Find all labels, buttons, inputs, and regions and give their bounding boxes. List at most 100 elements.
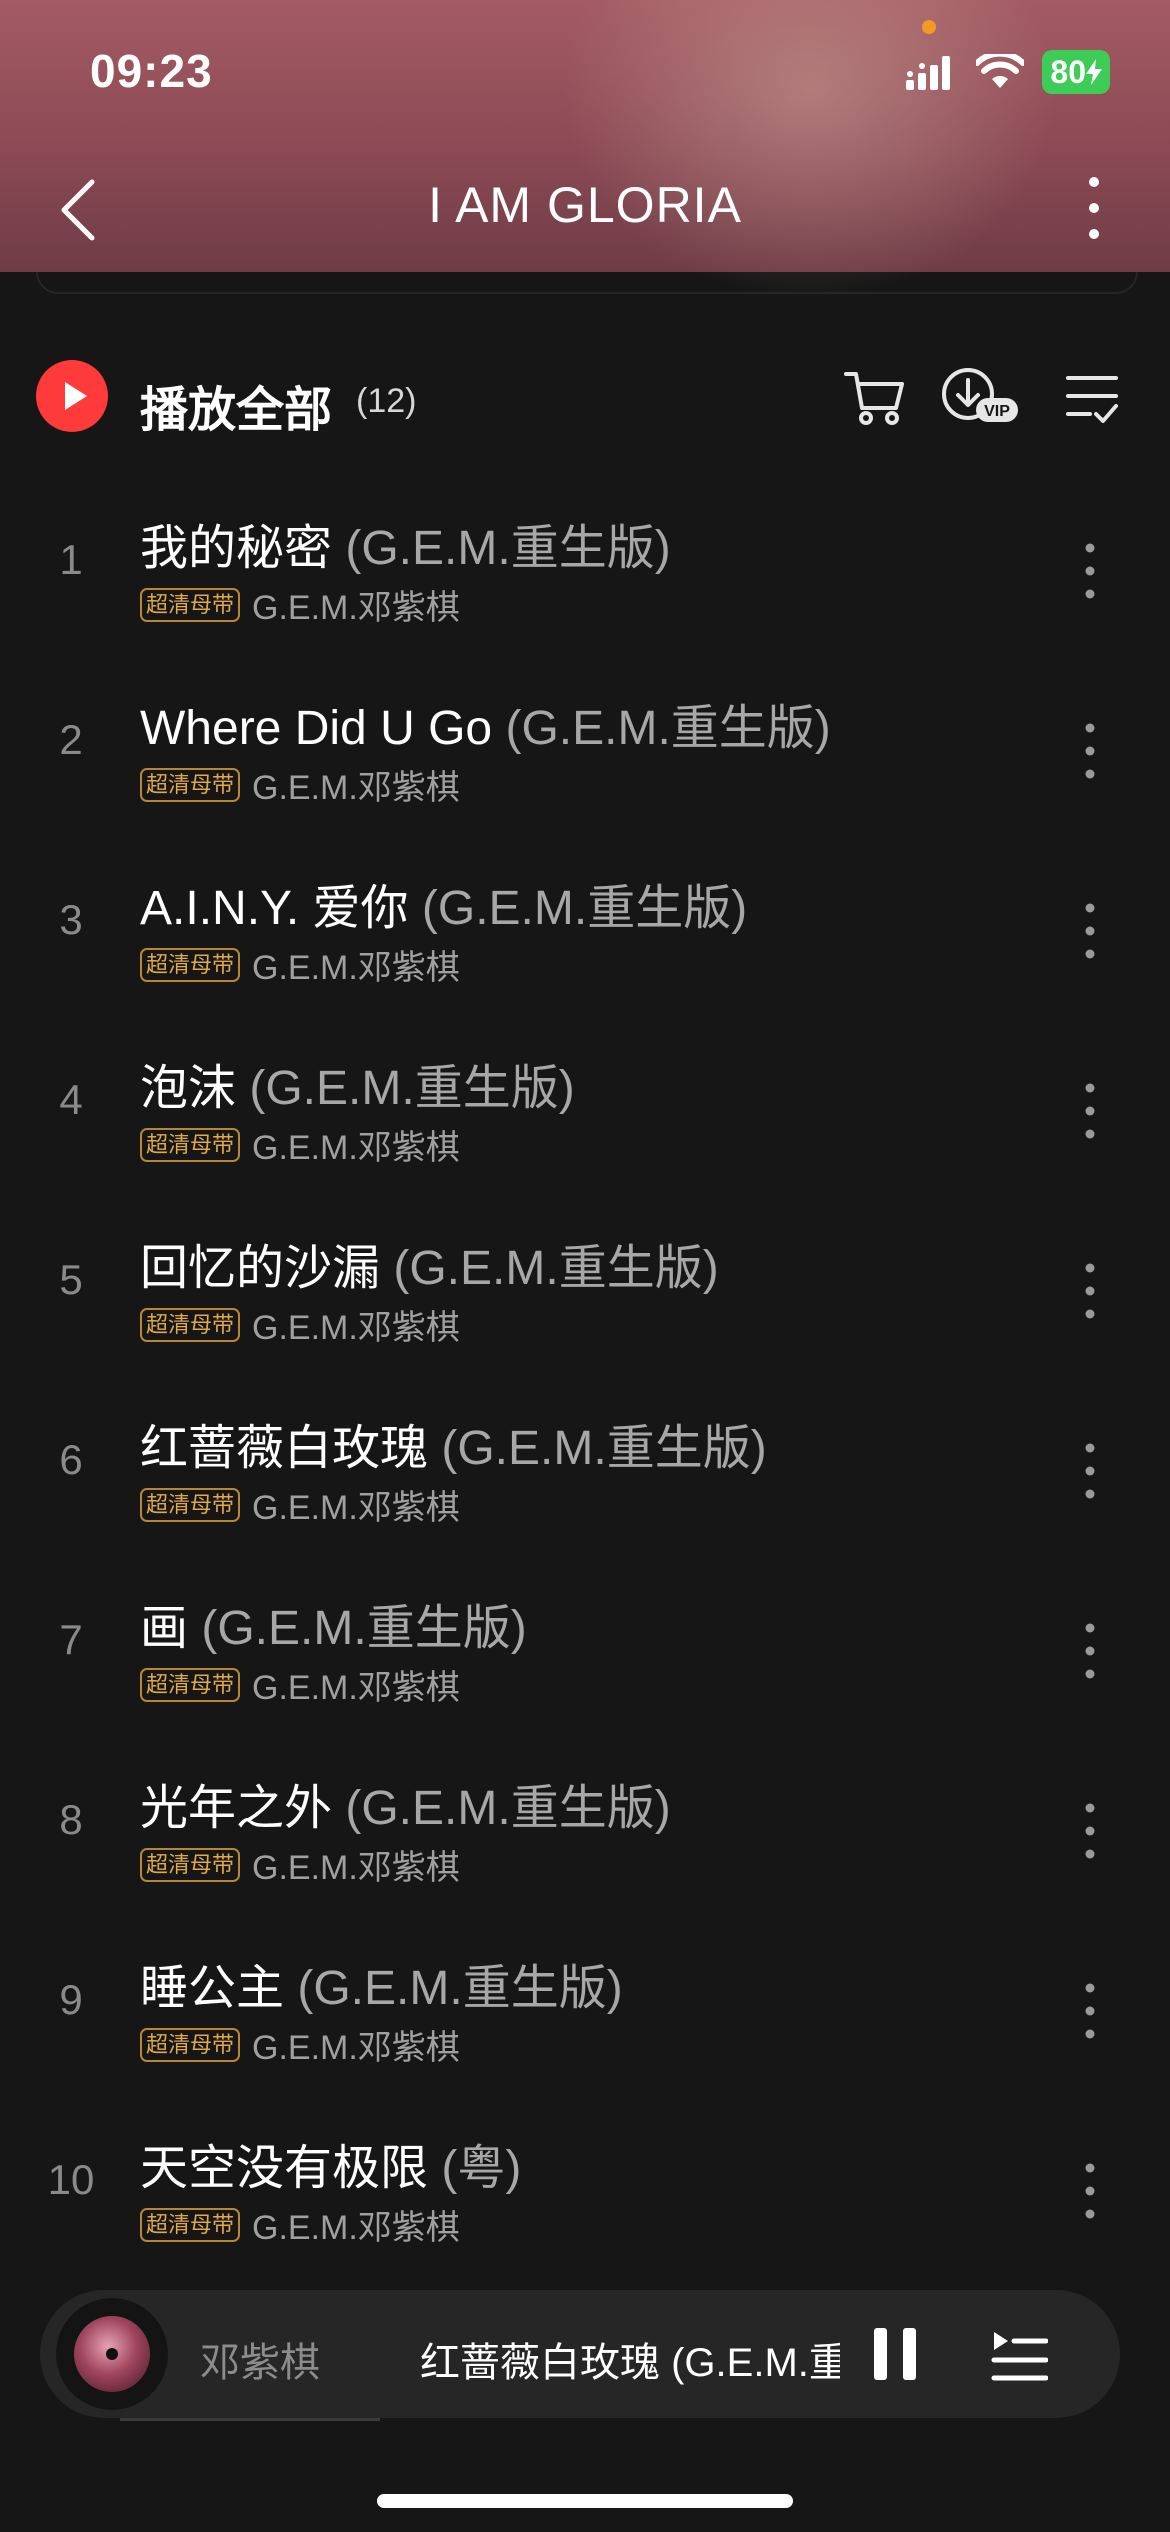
song-index: 3 bbox=[59, 896, 83, 943]
song-meta: 超清母带 G.E.M.邓紫棋 bbox=[140, 1840, 460, 1889]
song-version: (G.E.M.重生版) bbox=[345, 522, 671, 575]
song-title-line: 回忆的沙漏 (G.E.M.重生版) bbox=[140, 1228, 719, 1298]
song-version: (G.E.M.重生版) bbox=[345, 1782, 671, 1835]
quality-badge: 超清母带 bbox=[140, 1487, 241, 1522]
song-title-line: A.I.N.Y. 爱你 (G.E.M.重生版) bbox=[140, 868, 747, 938]
song-artist: G.E.M.邓紫棋 bbox=[252, 1489, 460, 1527]
song-index: 10 bbox=[47, 2156, 95, 2203]
quality-badge: 超清母带 bbox=[140, 767, 241, 802]
song-title: 光年之外 bbox=[140, 1782, 333, 1835]
header-bar: 09:23 80 I AM GLORIA bbox=[0, 0, 1170, 300]
play-all-button[interactable] bbox=[36, 360, 108, 432]
play-all-label[interactable]: 播放全部 bbox=[140, 370, 332, 440]
song-version: (G.E.M.重生版) bbox=[441, 1422, 767, 1475]
page-title: I AM GLORIA bbox=[428, 177, 742, 233]
song-title: 睡公主 bbox=[140, 1962, 285, 2015]
song-row[interactable]: 1 我的秘密 (G.E.M.重生版) 超清母带 G.E.M.邓紫棋 bbox=[0, 486, 1170, 666]
song-index: 9 bbox=[59, 1976, 83, 2023]
song-index: 6 bbox=[59, 1436, 83, 1483]
quality-badge: 超清母带 bbox=[140, 947, 241, 982]
song-title-line: Where Did U Go (G.E.M.重生版) bbox=[140, 688, 831, 758]
song-version: (G.E.M.重生版) bbox=[393, 1242, 719, 1295]
song-title-line: 光年之外 (G.E.M.重生版) bbox=[140, 1768, 671, 1838]
song-row[interactable]: 2 Where Did U Go (G.E.M.重生版) 超清母带 G.E.M.邓… bbox=[0, 666, 1170, 846]
pause-icon[interactable] bbox=[870, 2326, 920, 2382]
status-time: 09:23 bbox=[90, 45, 213, 97]
song-title-line: 泡沫 (G.E.M.重生版) bbox=[140, 1048, 575, 1118]
song-index: 8 bbox=[59, 1796, 83, 1843]
song-row[interactable]: 6 红蔷薇白玫瑰 (G.E.M.重生版) 超清母带 G.E.M.邓紫棋 bbox=[0, 1386, 1170, 1566]
quality-badge: 超清母带 bbox=[140, 1847, 241, 1882]
song-title-line: 睡公主 (G.E.M.重生版) bbox=[140, 1948, 623, 2018]
song-artist: G.E.M.邓紫棋 bbox=[252, 589, 460, 627]
now-playing-artist: 邓紫棋 bbox=[200, 2341, 320, 2385]
song-more-icon[interactable] bbox=[1072, 1256, 1108, 1326]
song-row[interactable]: 7 画 (G.E.M.重生版) 超清母带 G.E.M.邓紫棋 bbox=[0, 1566, 1170, 1746]
song-meta: 超清母带 G.E.M.邓紫棋 bbox=[140, 1300, 460, 1349]
now-playing-track: 红蔷薇白玫瑰 (G.E.M.重生版) bbox=[420, 2341, 840, 2385]
mini-player[interactable]: 邓紫棋 红蔷薇白玫瑰 (G.E.M.重生版) bbox=[40, 2290, 1120, 2418]
song-artist: G.E.M.邓紫棋 bbox=[252, 1849, 460, 1887]
cart-icon[interactable] bbox=[842, 360, 906, 432]
song-row[interactable]: 10 天空没有极限 (粤) 超清母带 G.E.M.邓紫棋 bbox=[0, 2106, 1170, 2286]
header-glow bbox=[560, 0, 1060, 300]
song-more-icon[interactable] bbox=[1072, 536, 1108, 606]
song-artist: G.E.M.邓紫棋 bbox=[252, 949, 460, 987]
song-title: 画 bbox=[140, 1602, 189, 1655]
song-more-icon[interactable] bbox=[1072, 896, 1108, 966]
song-title: A.I.N.Y. 爱你 bbox=[140, 882, 409, 935]
song-count: (12) bbox=[356, 382, 417, 420]
song-more-icon[interactable] bbox=[1072, 2156, 1108, 2226]
song-title: 我的秘密 bbox=[140, 522, 333, 575]
song-artist: G.E.M.邓紫棋 bbox=[252, 1129, 460, 1167]
song-title: Where Did U Go bbox=[140, 702, 493, 755]
quality-badge: 超清母带 bbox=[140, 2207, 241, 2242]
playlist-icon[interactable] bbox=[990, 2328, 1048, 2382]
song-artist: G.E.M.邓紫棋 bbox=[252, 2209, 460, 2247]
list-check-icon[interactable] bbox=[1064, 360, 1120, 432]
svg-text:VIP: VIP bbox=[984, 403, 1010, 420]
play-icon bbox=[65, 382, 87, 410]
song-version: (粤) bbox=[441, 2142, 522, 2195]
song-artist: G.E.M.邓紫棋 bbox=[252, 769, 460, 807]
home-indicator[interactable] bbox=[377, 2494, 793, 2508]
song-row[interactable]: 4 泡沫 (G.E.M.重生版) 超清母带 G.E.M.邓紫棋 bbox=[0, 1026, 1170, 1206]
quality-badge: 超清母带 bbox=[140, 2027, 241, 2062]
song-index: 4 bbox=[59, 1076, 83, 1123]
song-more-icon[interactable] bbox=[1072, 716, 1108, 786]
song-title-line: 画 (G.E.M.重生版) bbox=[140, 1588, 527, 1658]
song-more-icon[interactable] bbox=[1072, 1796, 1108, 1866]
wifi-icon bbox=[976, 54, 1025, 88]
song-version: (G.E.M.重生版) bbox=[421, 882, 748, 935]
quality-badge: 超清母带 bbox=[140, 587, 241, 622]
song-artist: G.E.M.邓紫棋 bbox=[252, 2029, 460, 2067]
song-index: 5 bbox=[59, 1256, 83, 1303]
song-title: 回忆的沙漏 bbox=[140, 1242, 381, 1295]
song-version: (G.E.M.重生版) bbox=[201, 1602, 527, 1655]
song-title: 红蔷薇白玫瑰 bbox=[140, 1422, 429, 1475]
song-index: 2 bbox=[59, 716, 83, 763]
song-row[interactable]: 8 光年之外 (G.E.M.重生版) 超清母带 G.E.M.邓紫棋 bbox=[0, 1746, 1170, 1926]
song-meta: 超清母带 G.E.M.邓紫棋 bbox=[140, 580, 460, 629]
song-more-icon[interactable] bbox=[1072, 1076, 1108, 1146]
song-more-icon[interactable] bbox=[1072, 1976, 1108, 2046]
song-title-line: 天空没有极限 (粤) bbox=[140, 2128, 521, 2198]
song-more-icon[interactable] bbox=[1072, 1436, 1108, 1506]
download-vip-icon[interactable]: VIP bbox=[940, 360, 1022, 432]
play-all-bar: 播放全部 (12) VIP bbox=[0, 360, 1170, 440]
song-more-icon[interactable] bbox=[1072, 1616, 1108, 1686]
song-version: (G.E.M.重生版) bbox=[505, 702, 831, 755]
song-row[interactable]: 3 A.I.N.Y. 爱你 (G.E.M.重生版) 超清母带 G.E.M.邓紫棋 bbox=[0, 846, 1170, 1026]
song-meta: 超清母带 G.E.M.邓紫棋 bbox=[140, 2200, 460, 2249]
more-vertical-icon[interactable] bbox=[1074, 172, 1114, 244]
song-artist: G.E.M.邓紫棋 bbox=[252, 1309, 460, 1347]
song-title: 天空没有极限 bbox=[140, 2142, 429, 2195]
privacy-indicator-dot bbox=[922, 20, 936, 34]
cellular-signal-icon bbox=[906, 56, 951, 90]
song-row[interactable]: 9 睡公主 (G.E.M.重生版) 超清母带 G.E.M.邓紫棋 bbox=[0, 1926, 1170, 2106]
song-version: (G.E.M.重生版) bbox=[249, 1062, 575, 1115]
song-meta: 超清母带 G.E.M.邓紫棋 bbox=[140, 1660, 460, 1709]
charging-bolt-icon bbox=[1086, 59, 1102, 85]
song-row[interactable]: 5 回忆的沙漏 (G.E.M.重生版) 超清母带 G.E.M.邓紫棋 bbox=[0, 1206, 1170, 1386]
song-index: 7 bbox=[59, 1616, 83, 1663]
